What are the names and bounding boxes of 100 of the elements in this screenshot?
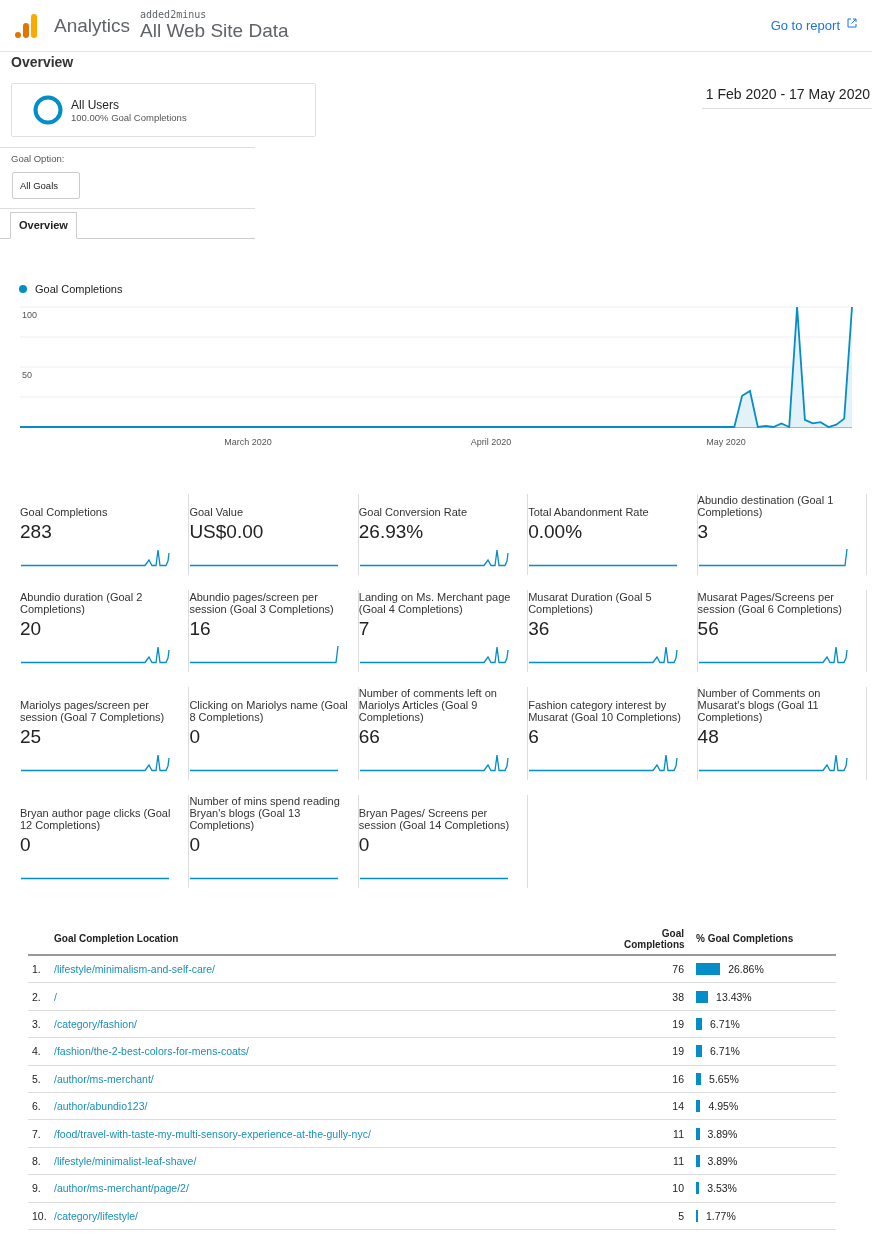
location-link[interactable]: /: [54, 990, 596, 1003]
metric-label: Fashion category interest by Musarat (Goal 10 Completions): [528, 699, 682, 723]
table-cell: 13.43%: [716, 990, 752, 1003]
goal-option-label: Goal Option:: [10, 153, 66, 164]
row-number: 9.: [31, 1182, 42, 1195]
location-link[interactable]: /category/fashion/: [54, 1017, 596, 1030]
metric-value: 283: [20, 521, 53, 543]
location-link[interactable]: /author/ms-merchant/: [54, 1072, 596, 1085]
metric-value: 66: [358, 726, 381, 748]
metric-value: 3: [697, 521, 710, 543]
percent-bar: [696, 1154, 700, 1167]
table-cell: 4.95%: [708, 1100, 739, 1113]
location-link[interactable]: /lifestyle/minimalism-and-self-care/: [54, 963, 596, 976]
table-cell-text: 11: [672, 1127, 685, 1140]
table-cell-text: 5: [677, 1209, 685, 1222]
date-range[interactable]: 1 Feb 2020 - 17 May 2020: [701, 86, 872, 109]
table-cell-text: 19: [671, 1045, 685, 1058]
table-cell: 5.65%: [709, 1072, 739, 1085]
y-tick-label: 100: [22, 310, 38, 320]
percent-bar: [696, 1127, 700, 1140]
metric-label: Bryan Pages/ Screens per session (Goal 14 Completions): [358, 807, 511, 831]
table-cell-text: 14: [671, 1100, 685, 1113]
table-cell-text: 16: [671, 1072, 685, 1085]
metric-label: Number of mins spend reading Bryan's blogs (Goal 13 Completions): [189, 795, 341, 831]
metric-value: 16: [189, 618, 212, 640]
metric-label: Clicking on Mariolys name (Goal 8 Completions): [189, 699, 349, 723]
table-cell-text: 38: [671, 990, 685, 1003]
metric-value: 36: [528, 618, 551, 640]
property-name: All Web Site Data: [140, 20, 289, 42]
metric-label: Mariolys pages/screen per session (Goal 7 Completions): [20, 699, 166, 723]
go-to-report-link[interactable]: Go to report: [770, 18, 857, 33]
tab[interactable]: Overview: [10, 212, 77, 239]
x-tick-label: March 2020: [224, 437, 272, 447]
metric-label: Bryan author page clicks (Goal 12 Completions): [20, 807, 172, 831]
row-number: 5.: [31, 1072, 42, 1085]
metric-value: 56: [697, 618, 720, 640]
table-cell-text: 76: [671, 963, 685, 976]
percent-bar: [696, 1045, 703, 1058]
table-cell: 3.89%: [707, 1127, 738, 1140]
table-cell: 1.77%: [706, 1209, 736, 1222]
metric-value: 6: [528, 726, 540, 748]
location-link[interactable]: /category/lifestyle/: [54, 1209, 596, 1222]
percent-bar: [696, 1072, 702, 1085]
metric-value: 26.93%: [358, 521, 425, 543]
row-number: 10.: [31, 1209, 48, 1222]
row-number: 2.: [31, 990, 42, 1003]
x-tick-label: May 2020: [706, 437, 746, 447]
metric-label: Landing on Ms. Merchant page (Goal 4 Completions): [358, 591, 512, 615]
metric-value: 25: [20, 726, 43, 748]
product-name: Analytics: [54, 14, 131, 37]
segment-detail: 100.00% Goal Completions: [71, 111, 187, 123]
location-link[interactable]: /author/abundio123/: [54, 1100, 596, 1113]
metric-label: Abundio pages/screen per session (Goal 3 Completions): [189, 591, 335, 615]
row-number: 3.: [31, 1017, 42, 1030]
percent-bar: [696, 1017, 703, 1030]
y-tick-label: 50: [22, 370, 32, 380]
table-cell: 3.53%: [707, 1182, 737, 1195]
table-cell-text: 11: [672, 1154, 685, 1167]
goal-option-dropdown[interactable]: All Goals: [12, 172, 80, 199]
metric-value: 0: [189, 726, 201, 748]
metric-value: 0.00%: [528, 521, 584, 543]
x-tick-label: April 2020: [470, 437, 512, 447]
segment-card[interactable]: All Users 100.00% Goal Completions: [11, 83, 316, 137]
legend-dot: [19, 285, 27, 293]
column-header: Goal Completions: [624, 928, 686, 950]
metric-label: Musarat Pages/Screens per session (Goal 6 Completions): [697, 591, 843, 615]
metric-value: 7: [358, 618, 371, 640]
table-cell: 6.71%: [710, 1017, 740, 1030]
page-title: Overview: [10, 53, 75, 72]
percent-bar: [696, 990, 709, 1003]
percent-bar: [696, 1182, 700, 1195]
row-number: 4.: [31, 1045, 42, 1058]
table-cell: 3.89%: [707, 1154, 738, 1167]
location-link[interactable]: /food/travel-with-taste-my-multi-sensory-experience-at-the-gully-nyc/: [54, 1127, 596, 1140]
metric-value: 20: [20, 618, 43, 640]
metric-label: Goal Conversion Rate: [358, 506, 468, 518]
metric-label: Goal Value: [189, 506, 244, 518]
metric-value: 48: [697, 726, 720, 748]
legend-label: Goal Completions: [35, 283, 123, 295]
location-link[interactable]: /lifestyle/minimalist-leaf-shave/: [54, 1154, 596, 1167]
metric-label: Abundio duration (Goal 2 Completions): [20, 591, 144, 615]
metric-label: Musarat Duration (Goal 5 Completions): [528, 591, 653, 615]
metric-value: 0: [20, 834, 32, 856]
table-cell: 6.71%: [710, 1045, 740, 1058]
row-number: 1.: [31, 963, 42, 976]
metric-label: Goal Completions: [20, 506, 109, 518]
segment-ring-icon: [33, 95, 63, 125]
metric-label: Abundio destination (Goal 1 Completions): [697, 494, 835, 518]
metric-value: 0: [189, 834, 201, 856]
external-link-icon: [847, 18, 857, 28]
segment-name: All Users: [71, 97, 120, 112]
column-header: Goal Completion Location: [53, 933, 180, 946]
location-link[interactable]: /fashion/the-2-best-colors-for-mens-coats/: [54, 1045, 596, 1058]
table-cell: 26.86%: [728, 963, 764, 976]
row-number: 6.: [31, 1100, 42, 1113]
location-link[interactable]: /author/ms-merchant/page/2/: [54, 1182, 596, 1195]
percent-bar: [696, 963, 721, 976]
metric-label: Total Abandonment Rate: [528, 506, 650, 518]
metric-label: Number of Comments on Musarat's blogs (Goal 11 Completions): [697, 687, 822, 723]
column-header: % Goal Completions: [696, 933, 795, 946]
